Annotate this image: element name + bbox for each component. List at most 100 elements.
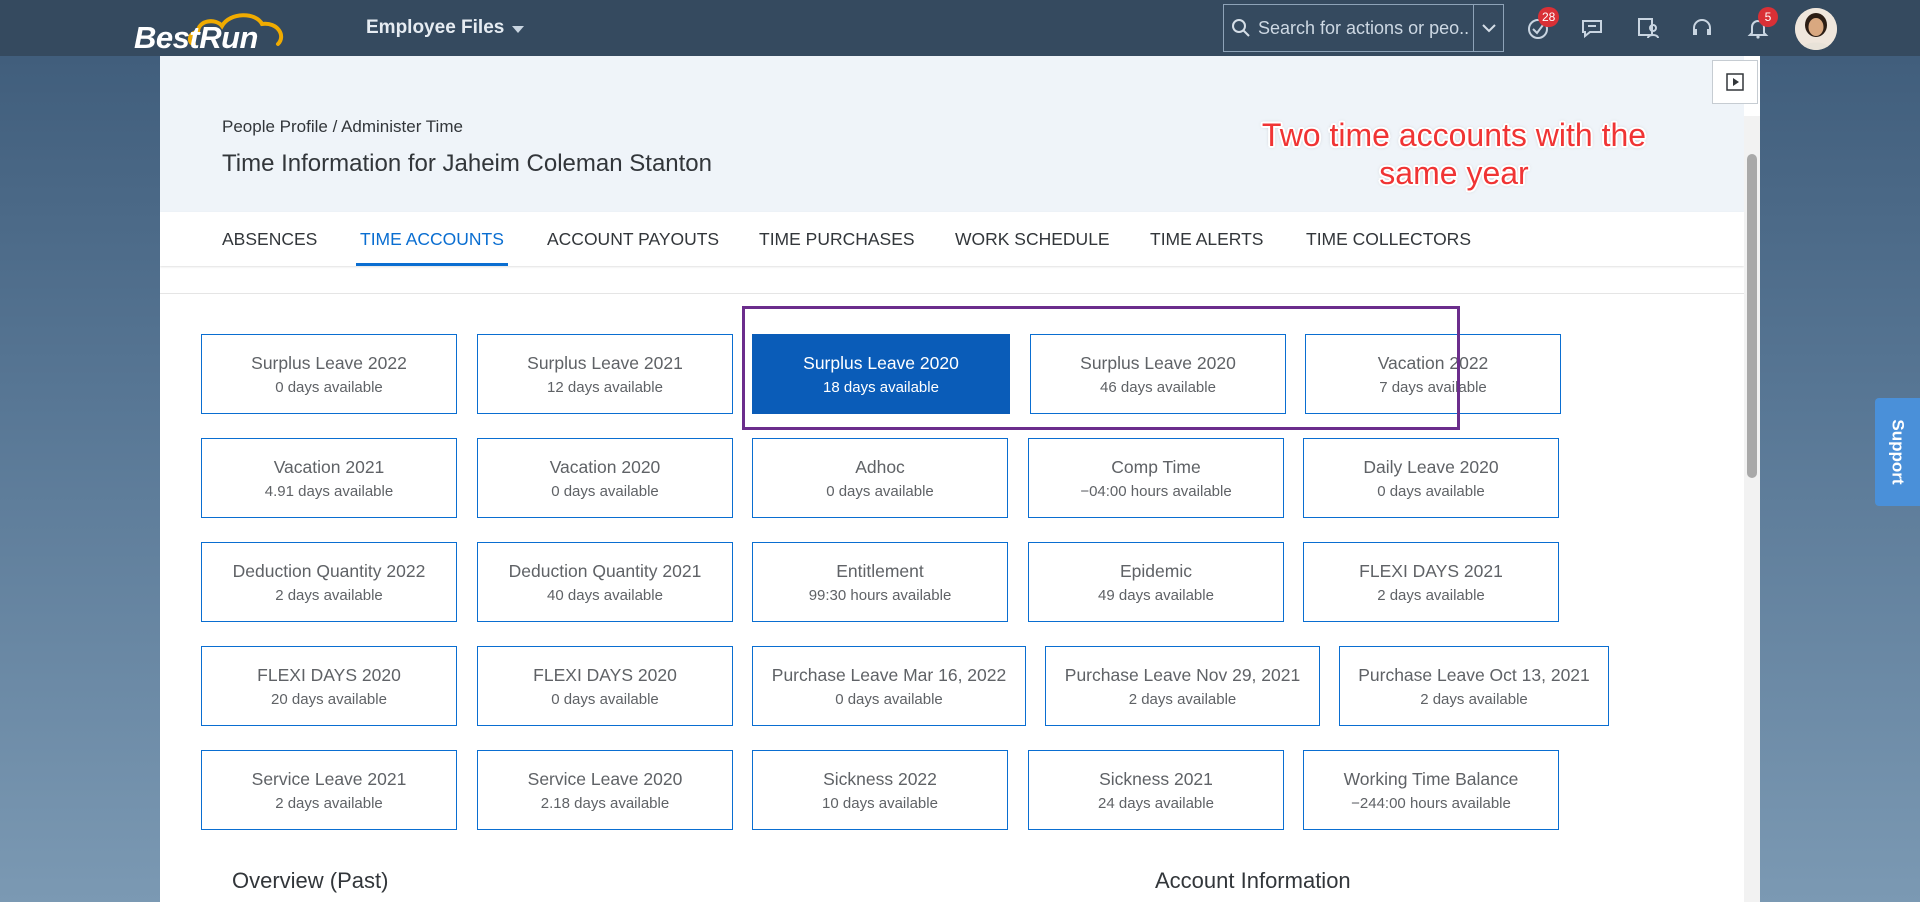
tile-available-balance: 2 days available bbox=[1377, 586, 1485, 604]
tile-account-name: Epidemic bbox=[1120, 560, 1192, 581]
shell-bar: BestRun Employee Files 28 5 bbox=[0, 0, 1920, 56]
tile-available-balance: 0 days available bbox=[551, 690, 659, 708]
tile-account-name: Sickness 2022 bbox=[823, 768, 937, 789]
tile-account-name: Daily Leave 2020 bbox=[1363, 456, 1499, 477]
time-account-tile[interactable]: Vacation 2022 7 days available bbox=[1305, 334, 1561, 414]
time-account-tile[interactable]: Deduction Quantity 2021 40 days available bbox=[477, 542, 733, 622]
time-account-tile[interactable]: Purchase Leave Nov 29, 2021 2 days availa… bbox=[1045, 646, 1320, 726]
time-account-tile[interactable]: Surplus Leave 2020 18 days available bbox=[752, 334, 1010, 414]
chat-bubble-icon bbox=[1582, 20, 1602, 39]
time-account-tile[interactable]: FLEXI DAYS 2020 0 days available bbox=[477, 646, 733, 726]
tile-account-name: Purchase Leave Mar 16, 2022 bbox=[771, 664, 1007, 685]
tile-account-name: FLEXI DAYS 2021 bbox=[1359, 560, 1503, 581]
tile-account-name: Surplus Leave 2020 bbox=[1080, 352, 1236, 373]
scrollbar-thumb[interactable] bbox=[1747, 154, 1757, 478]
search-input[interactable] bbox=[1258, 6, 1473, 50]
tile-available-balance: 2 days available bbox=[275, 794, 383, 812]
play-square-icon bbox=[1726, 73, 1744, 91]
todo-button[interactable]: 28 bbox=[1520, 7, 1560, 46]
time-account-tile[interactable]: Service Leave 2020 2.18 days available bbox=[477, 750, 733, 830]
tab-time-purchases[interactable]: TIME PURCHASES bbox=[759, 212, 915, 266]
time-account-tile[interactable]: Sickness 2021 24 days available bbox=[1028, 750, 1284, 830]
headset-icon bbox=[1693, 19, 1711, 35]
tile-account-name: Vacation 2022 bbox=[1377, 352, 1489, 373]
tile-available-balance: 2 days available bbox=[1128, 690, 1237, 708]
time-account-tile[interactable]: Working Time Balance −244:00 hours availa… bbox=[1303, 750, 1559, 830]
main-panel: People Profile / Administer Time Time In… bbox=[160, 56, 1760, 902]
time-account-tile[interactable]: Surplus Leave 2020 46 days available bbox=[1030, 334, 1286, 414]
tile-account-name: Service Leave 2021 bbox=[251, 768, 407, 789]
chevron-down-icon bbox=[1481, 24, 1496, 33]
time-account-tile[interactable]: Surplus Leave 2021 12 days available bbox=[477, 334, 733, 414]
tile-account-name: Adhoc bbox=[855, 456, 905, 477]
time-account-tile[interactable]: FLEXI DAYS 2021 2 days available bbox=[1303, 542, 1559, 622]
tab-account-payouts[interactable]: ACCOUNT PAYOUTS bbox=[547, 212, 719, 266]
time-account-tile[interactable]: Vacation 2021 4.91 days available bbox=[201, 438, 457, 518]
tile-account-name: Purchase Leave Oct 13, 2021 bbox=[1358, 664, 1590, 685]
tile-account-name: Sickness 2021 bbox=[1099, 768, 1213, 789]
support-tab[interactable]: Support bbox=[1875, 398, 1920, 506]
breadcrumb-administer-time: Administer Time bbox=[341, 117, 463, 136]
time-account-tile[interactable]: Daily Leave 2020 0 days available bbox=[1303, 438, 1559, 518]
tile-available-balance: 0 days available bbox=[835, 690, 943, 708]
time-account-tile[interactable]: Deduction Quantity 2022 2 days available bbox=[201, 542, 457, 622]
annotation-line-2: same year bbox=[1379, 155, 1529, 191]
bestrun-logo[interactable]: BestRun bbox=[132, 10, 287, 55]
tile-account-name: FLEXI DAYS 2020 bbox=[533, 664, 677, 685]
tile-account-name: Vacation 2020 bbox=[549, 456, 661, 477]
tab-time-accounts[interactable]: TIME ACCOUNTS bbox=[356, 212, 508, 266]
time-account-tile[interactable]: Surplus Leave 2022 0 days available bbox=[201, 334, 457, 414]
app-title: Employee Files bbox=[366, 17, 505, 38]
tile-account-name: Surplus Leave 2021 bbox=[527, 352, 683, 373]
feedback-button[interactable] bbox=[1574, 10, 1610, 46]
time-account-tile[interactable]: FLEXI DAYS 2020 20 days available bbox=[201, 646, 457, 726]
time-account-tile[interactable]: Purchase Leave Oct 13, 2021 2 days availa… bbox=[1339, 646, 1609, 726]
divider bbox=[160, 293, 1744, 294]
tile-account-name: FLEXI DAYS 2020 bbox=[257, 664, 401, 685]
time-account-tile[interactable]: Comp Time −04:00 hours available bbox=[1028, 438, 1284, 518]
overview-section-title: Overview (Past) bbox=[232, 868, 389, 893]
time-account-tile[interactable]: Entitlement 99:30 hours available bbox=[752, 542, 1008, 622]
search-scope-dropdown[interactable] bbox=[1473, 5, 1503, 51]
tile-account-name: Vacation 2021 bbox=[273, 456, 385, 477]
breadcrumb-people-profile[interactable]: People Profile bbox=[222, 117, 328, 136]
search-field bbox=[1223, 4, 1504, 52]
app-title-menu[interactable]: Employee Files bbox=[366, 17, 525, 39]
notification-badge: 5 bbox=[1758, 7, 1778, 27]
tile-account-name: Comp Time bbox=[1111, 456, 1201, 477]
tile-available-balance: 7 days available bbox=[1379, 378, 1487, 396]
tile-account-name: Purchase Leave Nov 29, 2021 bbox=[1064, 664, 1301, 685]
people-button[interactable] bbox=[1630, 10, 1666, 46]
time-account-tile[interactable]: Vacation 2020 0 days available bbox=[477, 438, 733, 518]
tile-account-name: Entitlement bbox=[836, 560, 924, 581]
tile-available-balance: 10 days available bbox=[822, 794, 938, 812]
tile-available-balance: 46 days available bbox=[1100, 378, 1216, 396]
people-icon bbox=[1638, 18, 1659, 39]
tile-available-balance: 2 days available bbox=[1420, 690, 1528, 708]
breadcrumb-separator: / bbox=[327, 117, 342, 136]
notifications-button[interactable]: 5 bbox=[1740, 7, 1778, 46]
time-account-tile[interactable]: Epidemic 49 days available bbox=[1028, 542, 1284, 622]
tile-account-name: Service Leave 2020 bbox=[527, 768, 683, 789]
help-button[interactable] bbox=[1684, 10, 1720, 46]
tile-account-name: Surplus Leave 2020 bbox=[803, 352, 959, 373]
tab-work-schedule[interactable]: WORK SCHEDULE bbox=[955, 212, 1110, 266]
avatar[interactable] bbox=[1795, 8, 1837, 50]
search-icon[interactable] bbox=[1224, 5, 1258, 51]
tab-absences[interactable]: ABSENCES bbox=[222, 212, 317, 266]
time-account-tile[interactable]: Adhoc 0 days available bbox=[752, 438, 1008, 518]
time-account-tile[interactable]: Sickness 2022 10 days available bbox=[752, 750, 1008, 830]
time-account-tile[interactable]: Purchase Leave Mar 16, 2022 0 days availa… bbox=[752, 646, 1026, 726]
tab-time-alerts[interactable]: TIME ALERTS bbox=[1150, 212, 1263, 266]
annotation-callout: Two time accounts with the same year bbox=[1234, 116, 1674, 192]
tile-account-name: Deduction Quantity 2021 bbox=[508, 560, 702, 581]
tile-available-balance: 2.18 days available bbox=[540, 794, 670, 812]
tile-available-balance: 0 days available bbox=[826, 482, 934, 500]
chevron-down-icon bbox=[512, 25, 525, 33]
tab-time-collectors[interactable]: TIME COLLECTORS bbox=[1306, 212, 1471, 266]
tile-available-balance: 2 days available bbox=[275, 586, 383, 604]
tile-available-balance: 0 days available bbox=[551, 482, 659, 500]
time-account-tile[interactable]: Service Leave 2021 2 days available bbox=[201, 750, 457, 830]
expand-button[interactable] bbox=[1712, 60, 1758, 104]
tile-available-balance: 40 days available bbox=[547, 586, 663, 604]
